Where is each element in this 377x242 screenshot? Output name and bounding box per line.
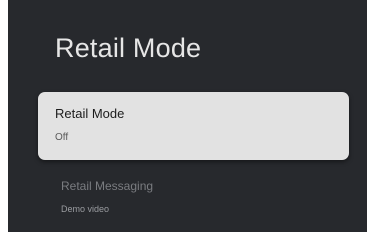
setting-label: Retail Messaging <box>61 179 154 193</box>
settings-panel: Retail Mode Retail Mode Off Retail Messa… <box>8 0 367 232</box>
setting-value: Off <box>55 132 69 143</box>
setting-retail-messaging[interactable]: Retail Messaging Demo video <box>55 175 345 221</box>
setting-label: Retail Mode <box>55 106 125 121</box>
setting-retail-mode[interactable]: Retail Mode Off <box>38 92 349 160</box>
page-title: Retail Mode <box>55 33 202 63</box>
setting-value: Demo video <box>61 204 110 214</box>
